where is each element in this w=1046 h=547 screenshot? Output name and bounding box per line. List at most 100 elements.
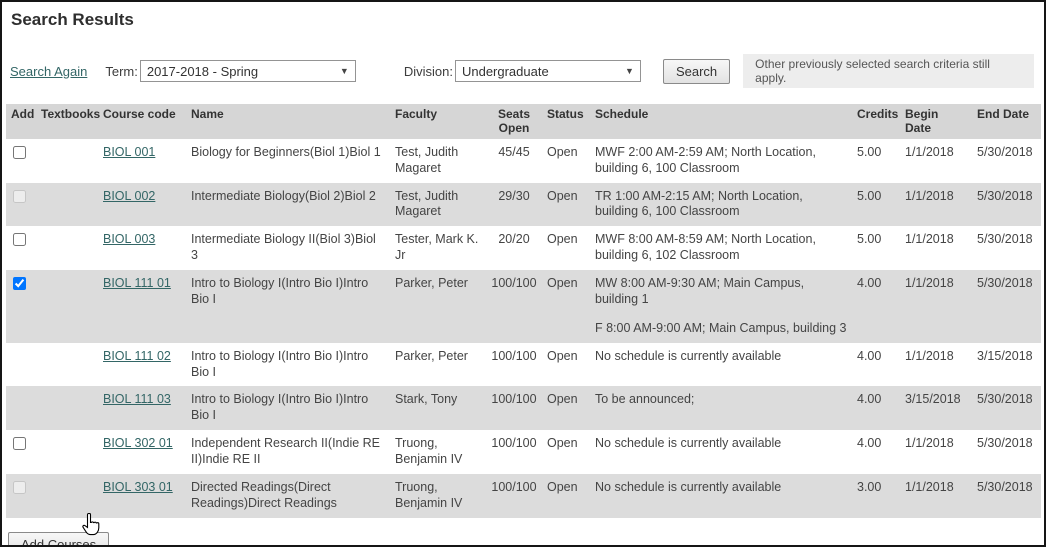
- schedule-line: To be announced;: [595, 392, 695, 407]
- seats-open-cell: 100/100: [491, 348, 537, 363]
- schedule-cell: MW 8:00 AM-9:30 AM; Main Campus, buildin…: [590, 270, 852, 343]
- add-cell: [6, 386, 36, 431]
- credits-cell: 3.00: [852, 473, 900, 518]
- column-header-seats-open: Seats Open: [486, 104, 542, 139]
- faculty-cell: Stark, Tony: [390, 386, 486, 431]
- add-course-checkbox[interactable]: [13, 145, 26, 159]
- name-cell: Intro to Biology I(Intro Bio I)Intro Bio…: [191, 348, 369, 379]
- schedule-cell: No schedule is currently available: [590, 343, 852, 387]
- seats-open-cell: 100/100: [486, 473, 542, 518]
- column-header-textbooks: Textbooks: [36, 104, 100, 139]
- page-title: Search Results: [11, 10, 134, 29]
- column-header-begin-date: Begin Date: [900, 104, 972, 139]
- textbooks-cell: [36, 343, 98, 387]
- term-label: Term:: [105, 63, 138, 79]
- course-code-cell: BIOL 111 01: [98, 270, 186, 343]
- seats-open-cell: 100/100: [486, 270, 542, 343]
- course-code-link[interactable]: BIOL 001: [103, 145, 155, 159]
- course-code-cell: BIOL 111 03: [98, 386, 186, 431]
- begin-date-cell: 1/1/2018: [905, 232, 954, 247]
- search-again-link[interactable]: Search Again: [10, 64, 87, 79]
- add-cell: [6, 430, 36, 474]
- begin-date-cell: 1/1/2018: [905, 144, 954, 159]
- course-code-cell: BIOL 111 02: [98, 343, 186, 387]
- begin-date-cell: 1/1/2018: [900, 182, 972, 227]
- faculty-cell: Tester, Mark K. Jr: [395, 232, 479, 263]
- course-code-link[interactable]: BIOL 003: [103, 232, 155, 246]
- add-course-checkbox: [13, 189, 26, 203]
- textbooks-cell: [36, 270, 98, 343]
- status-cell: Open: [547, 232, 578, 247]
- end-date-cell: 5/30/2018: [972, 270, 1041, 343]
- column-header-faculty: Faculty: [390, 104, 486, 139]
- faculty-cell: Test, Judith Magaret: [390, 182, 486, 227]
- schedule-line: MWF 2:00 AM-2:59 AM; North Location, bui…: [595, 144, 816, 175]
- status-cell: Open: [542, 182, 590, 227]
- textbooks-cell: [36, 182, 98, 227]
- course-code-cell: BIOL 303 01: [98, 473, 186, 518]
- add-course-checkbox[interactable]: [13, 277, 26, 291]
- credits-cell: 4.00: [857, 436, 882, 451]
- schedule-cell: TR 1:00 AM-2:15 AM; North Location, buil…: [590, 182, 852, 227]
- search-button[interactable]: Search: [662, 58, 731, 84]
- begin-date-cell: 1/1/2018: [905, 348, 954, 363]
- table-row: BIOL 002 Intermediate Biology(Biol 2)Biol…: [6, 182, 1041, 227]
- course-code-link[interactable]: BIOL 111 01: [103, 276, 171, 290]
- seats-open-cell: 100/100: [491, 436, 537, 451]
- add-cell: [6, 139, 36, 183]
- credits-cell: 4.00: [857, 348, 882, 363]
- course-code-link[interactable]: BIOL 303 01: [103, 480, 173, 494]
- course-code-link[interactable]: BIOL 111 02: [103, 349, 171, 363]
- status-cell: Open: [542, 473, 590, 518]
- course-code-link[interactable]: BIOL 302 01: [103, 436, 173, 450]
- table-row: BIOL 302 01 Independent Research II(Indie…: [6, 430, 1041, 474]
- name-cell: Intermediate Biology(Biol 2)Biol 2: [186, 182, 390, 227]
- course-code-link[interactable]: BIOL 002: [103, 189, 155, 203]
- end-date-cell: 5/30/2018: [977, 144, 1033, 159]
- credits-cell: 5.00: [857, 232, 882, 247]
- course-code-link[interactable]: BIOL 111 03: [103, 392, 171, 406]
- textbooks-cell: [36, 139, 98, 183]
- seats-open-cell: 45/45: [498, 144, 530, 159]
- chevron-down-icon: ▼: [339, 66, 349, 76]
- term-select[interactable]: 2017-2018 - Spring ▼: [139, 60, 356, 82]
- schedule-cell: MWF 2:00 AM-2:59 AM; North Location, bui…: [590, 139, 852, 183]
- end-date-cell: 5/30/2018: [977, 232, 1033, 247]
- table-row: BIOL 001 Biology for Beginners(Biol 1)Bio…: [6, 139, 1041, 183]
- status-cell: Open: [547, 144, 578, 159]
- add-course-checkbox: [13, 480, 26, 494]
- credits-cell: 4.00: [852, 270, 900, 343]
- schedule-line: MW 8:00 AM-9:30 AM; Main Campus, buildin…: [595, 276, 805, 306]
- add-cell: [6, 226, 36, 270]
- end-date-cell: 5/30/2018: [972, 386, 1041, 431]
- criteria-note: Other previously selected search criteri…: [743, 54, 1034, 88]
- status-cell: Open: [542, 270, 590, 343]
- faculty-cell: Parker, Peter: [395, 348, 468, 363]
- name-cell: Intro to Biology I(Intro Bio I)Intro Bio…: [186, 270, 390, 343]
- textbooks-cell: [36, 386, 98, 431]
- table-row: BIOL 111 03 Intro to Biology I(Intro Bio …: [6, 386, 1041, 431]
- schedule-cell: MWF 8:00 AM-8:59 AM; North Location, bui…: [590, 226, 852, 270]
- division-select-value: Undergraduate: [461, 63, 549, 79]
- add-courses-button[interactable]: Add Courses: [8, 531, 110, 545]
- schedule-line: F 8:00 AM-9:00 AM; Main Campus, building…: [595, 320, 847, 335]
- faculty-cell: Truong, Benjamin IV: [390, 473, 486, 518]
- textbooks-cell: [36, 473, 98, 518]
- faculty-cell: Test, Judith Magaret: [395, 144, 459, 175]
- schedule-cell: To be announced;: [590, 386, 852, 431]
- division-select[interactable]: Undergraduate ▼: [454, 60, 641, 82]
- add-course-checkbox[interactable]: [13, 437, 26, 451]
- table-row: BIOL 003 Intermediate Biology II(Biol 3)B…: [6, 226, 1041, 270]
- name-cell: Biology for Beginners(Biol 1)Biol 1: [191, 144, 381, 159]
- add-course-checkbox[interactable]: [13, 233, 26, 247]
- table-row: BIOL 111 02 Intro to Biology I(Intro Bio …: [6, 343, 1041, 387]
- begin-date-cell: 1/1/2018: [900, 473, 972, 518]
- textbooks-cell: [36, 430, 98, 474]
- faculty-cell: Parker, Peter: [390, 270, 486, 343]
- table-row: BIOL 303 01 Directed Readings(Direct Read…: [6, 473, 1041, 518]
- begin-date-cell: 1/1/2018: [900, 270, 972, 343]
- schedule-cell: No schedule is currently available: [590, 430, 852, 474]
- course-code-cell: BIOL 001: [98, 139, 186, 183]
- schedule-line: No schedule is currently available: [595, 436, 782, 451]
- column-header-add: Add: [6, 104, 36, 139]
